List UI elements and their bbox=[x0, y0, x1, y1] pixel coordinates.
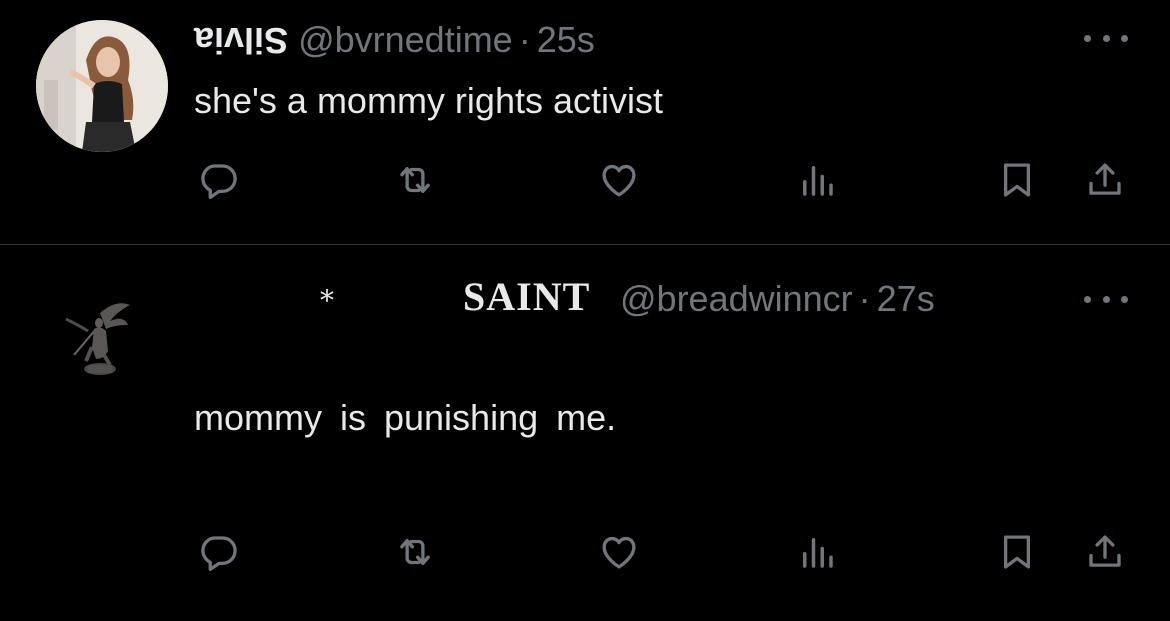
more-dot bbox=[1102, 34, 1110, 42]
more-options-button[interactable] bbox=[1084, 289, 1128, 309]
share-icon bbox=[1089, 163, 1121, 195]
reply-icon bbox=[201, 536, 237, 571]
reply-button[interactable] bbox=[194, 527, 244, 577]
more-dot bbox=[1121, 34, 1128, 42]
share-icon bbox=[1089, 535, 1121, 567]
tweet-text: she's a mommy rights activist bbox=[194, 80, 663, 121]
bookmark-icon bbox=[1003, 535, 1031, 569]
retweet-button[interactable] bbox=[390, 527, 440, 577]
like-button[interactable] bbox=[594, 527, 644, 577]
tweet[interactable]: * SAINT @breadwinncr · 27s mommy is punish… bbox=[0, 245, 1170, 621]
handle[interactable]: @bvrnedtime bbox=[298, 19, 513, 60]
views-icon bbox=[803, 538, 833, 568]
avatar[interactable] bbox=[36, 20, 168, 152]
separator: · bbox=[858, 278, 871, 319]
tweet-header: Silvia @bvrnedtime · 25s bbox=[194, 19, 595, 62]
bookmark-button[interactable] bbox=[992, 155, 1042, 205]
timestamp[interactable]: 27s bbox=[877, 278, 935, 319]
reply-button[interactable] bbox=[194, 155, 244, 205]
like-icon bbox=[602, 536, 636, 569]
views-icon bbox=[803, 166, 833, 196]
views-button[interactable] bbox=[792, 527, 842, 577]
display-name[interactable]: Silvia bbox=[194, 19, 288, 61]
share-button[interactable] bbox=[1080, 155, 1130, 205]
bookmark-button[interactable] bbox=[992, 527, 1042, 577]
like-button[interactable] bbox=[594, 155, 644, 205]
tweet-header: * SAINT @breadwinncr · 27s bbox=[320, 277, 1040, 325]
timeline-feed: Silvia @bvrnedtime · 25s she's a mommy rig… bbox=[0, 0, 1170, 621]
more-options-button[interactable] bbox=[1084, 28, 1128, 48]
handle[interactable]: @breadwinncr bbox=[620, 278, 853, 319]
action-bar bbox=[194, 527, 1134, 577]
reply-icon bbox=[201, 164, 237, 199]
like-icon bbox=[602, 164, 636, 197]
retweet-icon bbox=[400, 166, 430, 194]
more-dot bbox=[1084, 34, 1091, 42]
separator: · bbox=[518, 19, 531, 60]
avatar[interactable] bbox=[44, 285, 144, 385]
more-dot bbox=[1084, 295, 1091, 303]
angel-statue-icon bbox=[44, 285, 144, 385]
retweet-icon bbox=[400, 538, 430, 566]
display-name[interactable]: SAINT bbox=[463, 277, 590, 317]
action-bar bbox=[194, 155, 1134, 205]
bookmark-icon bbox=[1003, 163, 1031, 197]
share-button[interactable] bbox=[1080, 527, 1130, 577]
more-dot bbox=[1121, 295, 1128, 303]
views-button[interactable] bbox=[792, 155, 842, 205]
tweet-meta: @breadwinncr · 27s bbox=[620, 279, 935, 319]
timestamp[interactable]: 25s bbox=[537, 19, 595, 60]
name-prefix: * bbox=[320, 284, 334, 317]
profile-photo-icon bbox=[36, 20, 168, 152]
retweet-button[interactable] bbox=[390, 155, 440, 205]
tweet-text: mommy is punishing me. bbox=[194, 397, 617, 438]
tweet[interactable]: Silvia @bvrnedtime · 25s she's a mommy rig… bbox=[0, 0, 1170, 245]
more-dot bbox=[1102, 295, 1110, 303]
